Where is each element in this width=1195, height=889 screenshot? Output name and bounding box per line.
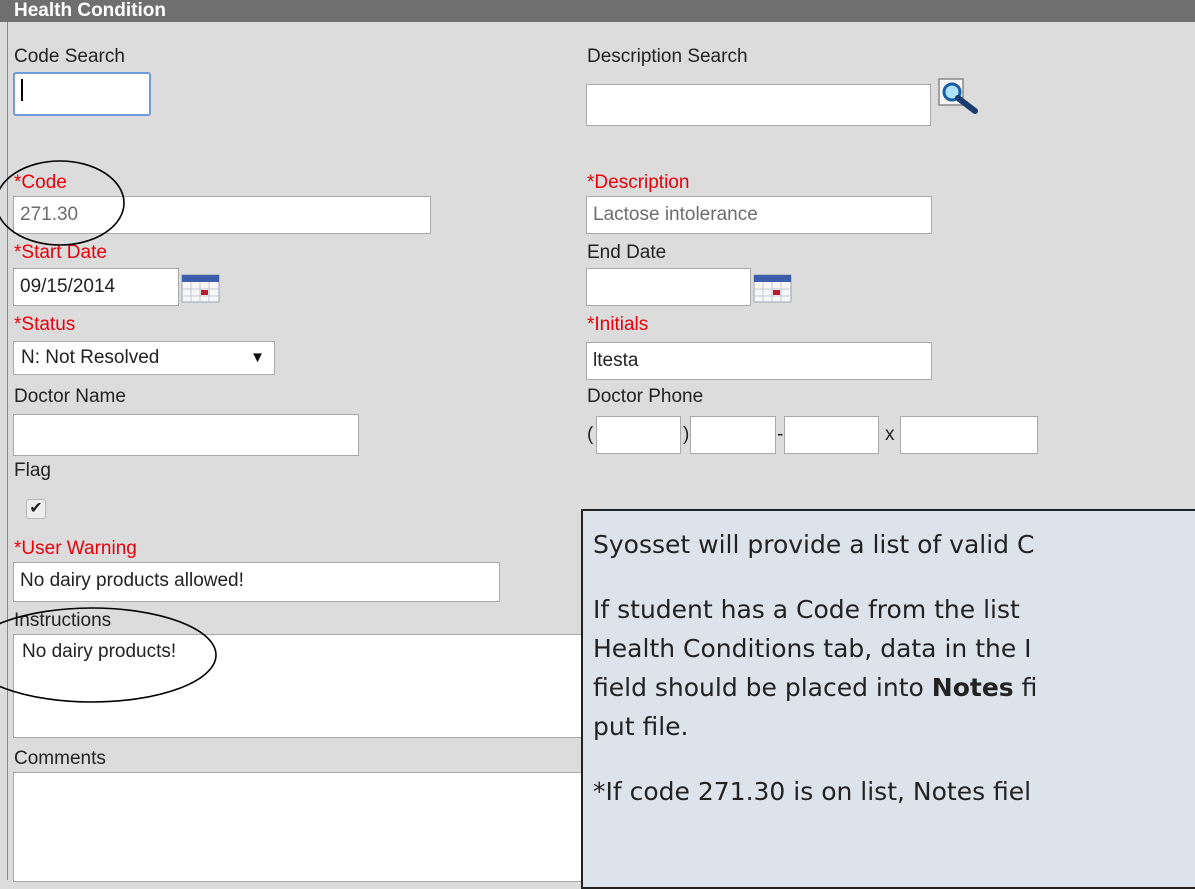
description-label: *Description [587,172,690,193]
phone-dash: - [777,424,784,445]
dropdown-arrow-icon: ▼ [250,349,265,366]
phone-area-code-field[interactable] [596,416,681,454]
code-search-label: Code Search [14,46,125,67]
flag-checkbox[interactable]: ✔ [26,499,46,519]
calendar-icon[interactable] [753,274,793,304]
phone-close-paren: ) [683,424,690,445]
user-warning-label: *User Warning [14,538,137,559]
start-date-field[interactable]: 09/15/2014 [13,268,179,306]
doctor-phone-label: Doctor Phone [587,386,704,407]
status-label: *Status [14,314,76,335]
comments-label: Comments [14,748,106,769]
doctor-name-label: Doctor Name [14,386,126,407]
instructions-label: Instructions [14,610,112,631]
description-search-label: Description Search [587,46,748,67]
code-label: *Code [14,172,67,193]
phone-extension-field[interactable] [900,416,1038,454]
callout-bold-notes: Notes [931,673,1014,702]
comments-textarea[interactable] [13,772,593,882]
phone-prefix-field[interactable] [690,416,776,454]
callout-line: Syosset will provide a list of valid C [593,530,1035,559]
end-date-field[interactable] [586,268,751,306]
initials-field[interactable]: ltesta [586,342,932,380]
phone-open-paren: ( [587,424,594,445]
status-select[interactable]: N: Not Resolved ▼ [13,341,275,375]
callout-line: *If code 271.30 is on list, Notes fiel [593,777,1032,806]
phone-line-field[interactable] [784,416,879,454]
annotation-callout: Syosset will provide a list of valid C I… [581,509,1195,889]
initials-label: *Initials [587,314,649,335]
description-search-input[interactable] [586,84,931,126]
start-date-label: *Start Date [14,242,107,263]
panel-title: Health Condition [0,0,1195,22]
callout-line: Health Conditions tab, data in the I [593,634,1032,663]
doctor-name-field[interactable] [13,414,359,456]
calendar-icon[interactable] [181,274,221,304]
code-search-input[interactable] [13,72,151,116]
end-date-label: End Date [587,242,667,263]
code-field[interactable]: 271.30 [13,196,431,234]
text-caret [21,79,23,102]
callout-line: field should be placed into Notes fi [593,673,1038,702]
callout-line: If student has a Code from the list [593,595,1020,624]
description-field[interactable]: Lactose intolerance [586,196,932,234]
phone-ext-label: x [885,424,895,445]
callout-line: put file. [593,712,689,741]
status-selected-value: N: Not Resolved [21,347,160,368]
search-icon[interactable] [937,77,983,117]
panel-left-border [7,22,8,880]
user-warning-field[interactable]: No dairy products allowed! [13,562,500,602]
instructions-textarea[interactable]: No dairy products! [13,634,593,738]
flag-label: Flag [14,460,51,481]
